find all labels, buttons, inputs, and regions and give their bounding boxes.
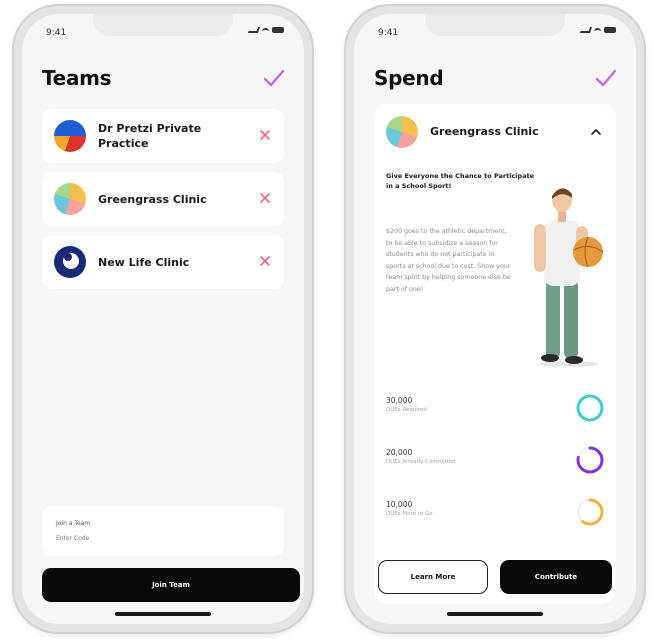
progress-ring — [576, 498, 604, 526]
contribute-button[interactable]: Contribute — [500, 560, 612, 594]
remove-icon[interactable] — [258, 128, 272, 142]
progress-ring — [576, 394, 604, 422]
home-indicator — [115, 612, 211, 616]
team-name: Dr Pretzi Private Practice — [98, 122, 202, 150]
page-title: Teams — [42, 66, 112, 90]
team-code-input[interactable] — [56, 532, 256, 544]
battery-icon — [272, 27, 284, 33]
status-icons — [247, 27, 284, 33]
stat-label: DUEs More to Go — [386, 511, 433, 517]
join-team-button[interactable]: Join Team — [42, 568, 300, 602]
dr-pretzi-logo-icon — [54, 120, 86, 152]
team-name: Greengrass Clinic — [98, 192, 207, 206]
chevron-up-icon[interactable] — [590, 126, 602, 138]
home-indicator — [447, 612, 543, 616]
join-team-field-card: Join a Team — [42, 506, 284, 556]
greengrass-logo-icon — [54, 183, 86, 215]
stat-amount: 20,000 — [386, 448, 413, 457]
ring-progress — [576, 394, 604, 422]
new-life-silhouette-icon — [63, 253, 79, 269]
stat-amount: 30,000 — [386, 396, 413, 405]
learn-more-button[interactable]: Learn More — [378, 560, 488, 594]
team-card-greengrass[interactable]: Greengrass Clinic — [42, 172, 284, 226]
stat-remaining: 10,000 DUEs More to Go — [386, 492, 606, 532]
campaign-card: Greengrass Clinic Give Everyone the Chan… — [374, 104, 616, 604]
greengrass-logo-icon — [386, 116, 418, 148]
teams-phone: 9:41 Teams Dr Pretzi Private Practice Gr… — [12, 4, 314, 634]
check-icon[interactable] — [594, 66, 618, 90]
status-bar: 9:41 — [378, 26, 616, 40]
team-card-new-life[interactable]: New Life Clinic — [42, 235, 284, 289]
remove-icon[interactable] — [258, 191, 272, 205]
signal-icon — [579, 27, 593, 33]
stat-label: DUEs Already Committed — [386, 459, 456, 465]
page-title: Spend — [374, 66, 444, 90]
campaign-title: Give Everyone the Chance to Participate … — [386, 172, 535, 190]
person-with-ball-illustration — [534, 188, 604, 367]
teams-screen: 9:41 Teams Dr Pretzi Private Practice Gr… — [22, 14, 304, 624]
battery-icon — [604, 27, 616, 33]
stat-required: 30,000 DUEs Required — [386, 388, 606, 428]
stat-label: DUEs Required — [386, 407, 427, 413]
clinic-header[interactable]: Greengrass Clinic — [374, 104, 616, 160]
wifi-icon — [594, 27, 601, 33]
team-name: New Life Clinic — [98, 255, 190, 269]
spend-phone: 9:41 Spend Greengrass Clinic Give Everyo… — [344, 4, 646, 634]
status-time: 9:41 — [46, 28, 67, 38]
signal-icon — [247, 27, 261, 33]
clinic-name: Greengrass Clinic — [430, 125, 539, 138]
campaign-description: $200 goes to the athletic department, to… — [386, 228, 511, 293]
new-life-logo-icon — [54, 246, 86, 278]
stat-committed: 20,000 DUEs Already Committed — [386, 440, 606, 480]
team-card-dr-pretzi[interactable]: Dr Pretzi Private Practice — [42, 109, 284, 163]
remove-icon[interactable] — [258, 254, 272, 268]
status-bar: 9:41 — [46, 26, 284, 40]
status-icons — [579, 27, 616, 33]
stat-amount: 10,000 — [386, 500, 413, 509]
progress-ring — [576, 446, 604, 474]
check-icon[interactable] — [262, 66, 286, 90]
spend-screen: 9:41 Spend Greengrass Clinic Give Everyo… — [354, 14, 636, 624]
status-time: 9:41 — [378, 28, 399, 38]
join-team-label: Join a Team — [56, 520, 91, 527]
wifi-icon — [262, 27, 269, 33]
